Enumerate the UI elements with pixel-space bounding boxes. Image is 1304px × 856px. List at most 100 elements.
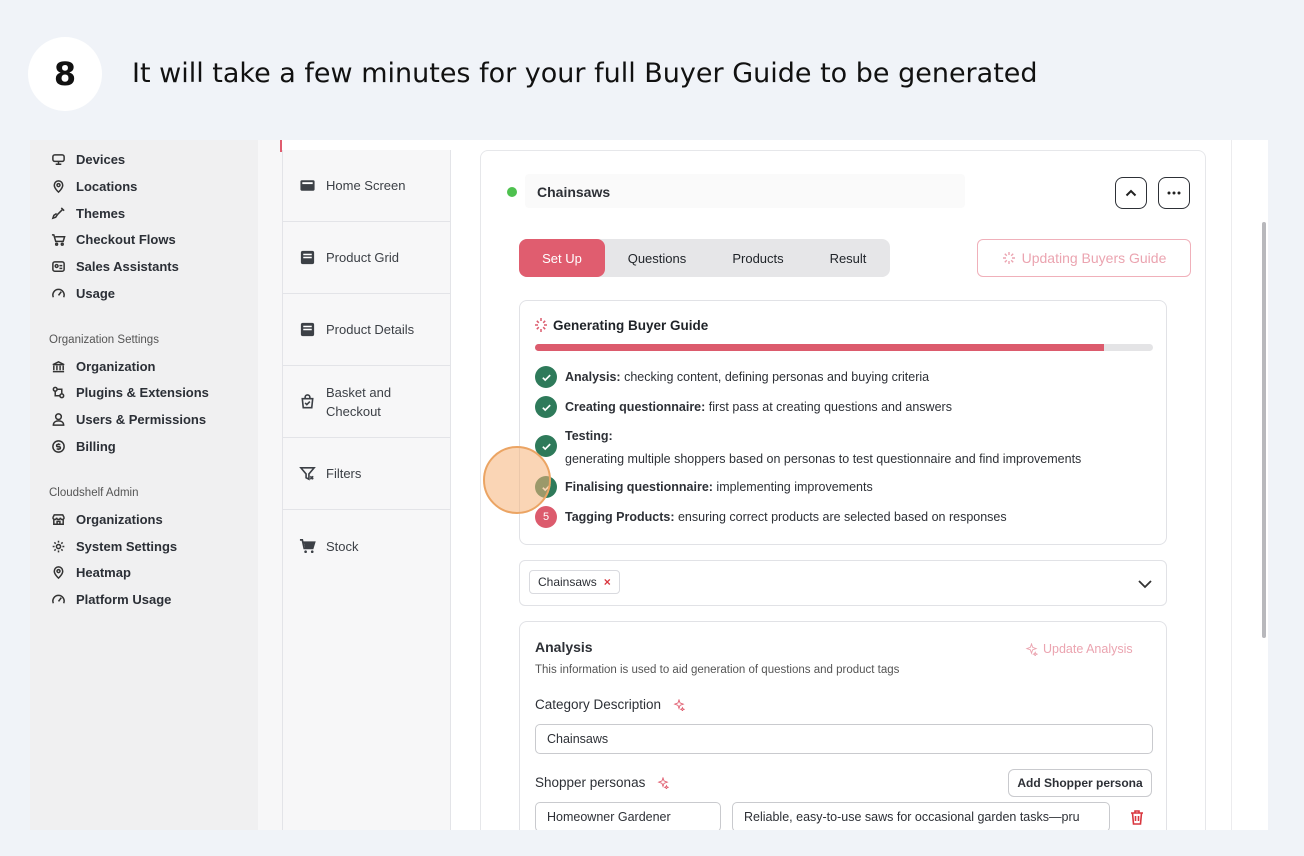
menu-item-product-details[interactable]: Product Details	[283, 294, 451, 366]
id-card-icon	[50, 258, 66, 274]
sidebar-item-label: Organization	[76, 358, 156, 374]
analysis-subtitle: This information is used to aid generati…	[535, 664, 900, 676]
menu-item-label: Filters	[326, 466, 362, 481]
step-title: Finalising questionnaire:	[565, 480, 713, 494]
gauge-icon	[50, 285, 66, 301]
category-description-label: Category Description	[535, 697, 686, 712]
devices-icon	[50, 151, 66, 167]
step-description: ensuring correct products are selected b…	[674, 510, 1007, 524]
sidebar-item-label: Locations	[76, 178, 138, 194]
sidebar-item-organizations[interactable]: Organizations	[50, 508, 163, 530]
generating-title: Generating Buyer Guide	[534, 317, 708, 333]
sidebar-item-sales-assistants[interactable]: Sales Assistants	[50, 255, 179, 277]
status-dot	[507, 187, 517, 197]
category-description-input[interactable]: Chainsaws	[535, 724, 1153, 754]
cart-flow-icon	[50, 231, 66, 247]
chevron-down-icon[interactable]	[1136, 575, 1154, 593]
category-name: Chainsaws	[537, 184, 611, 200]
tab-result[interactable]: Result	[807, 239, 889, 277]
sidebar-item-locations[interactable]: Locations	[50, 175, 137, 197]
sidebar-item-plugins[interactable]: Plugins & Extensions	[50, 381, 209, 403]
scrollbar[interactable]	[1262, 222, 1266, 638]
content-gutter	[258, 140, 282, 830]
sidebar-section-title: Organization Settings	[49, 334, 159, 346]
sidebar-item-heatmap[interactable]: Heatmap	[50, 561, 131, 583]
field-label-text: Category Description	[535, 697, 662, 712]
check-icon	[535, 396, 557, 418]
sidebar-item-checkout-flows[interactable]: Checkout Flows	[50, 228, 176, 250]
add-shopper-persona-button[interactable]: Add Shopper persona	[1008, 769, 1152, 797]
tab-products[interactable]: Products	[715, 239, 801, 277]
tab-questions[interactable]: Questions	[611, 239, 703, 277]
trash-icon[interactable]	[1128, 808, 1146, 826]
tab-set-up[interactable]: Set Up	[519, 239, 605, 277]
more-options-button[interactable]	[1158, 177, 1190, 209]
main-content: Chainsaws Set Up Questions Products Resu…	[451, 140, 1231, 830]
sidebar-item-devices[interactable]: Devices	[50, 148, 125, 170]
sidebar-section-title: Cloudshelf Admin	[49, 487, 139, 499]
chip-label: Chainsaws	[538, 575, 597, 589]
step-title: It will take a few minutes for your full…	[132, 58, 1038, 89]
update-analysis-button[interactable]: Update Analysis	[1025, 642, 1133, 656]
sidebar-item-users[interactable]: Users & Permissions	[50, 408, 206, 430]
sidebar-item-themes[interactable]: Themes	[50, 202, 125, 224]
sidebar-item-platform-usage[interactable]: Platform Usage	[50, 588, 171, 610]
user-icon	[50, 411, 66, 427]
menu-item-label: Home Screen	[326, 178, 406, 193]
persona-name-input[interactable]: Homeowner Gardener	[535, 802, 721, 830]
step-description: implementing improvements	[712, 480, 873, 494]
sidebar-item-label: Devices	[76, 151, 126, 167]
sidebar-item-label: Themes	[76, 205, 126, 221]
menu-item-label: Basket and Checkout	[326, 384, 392, 419]
sparkle-icon	[657, 776, 670, 789]
menu-item-filters[interactable]: Filters	[283, 438, 451, 510]
sidebar-item-organization[interactable]: Organization	[50, 355, 155, 377]
analysis-title: Analysis	[535, 639, 593, 655]
settings-menu: Home Screen Product Grid Product Details…	[282, 150, 451, 830]
sidebar-item-label: Plugins & Extensions	[76, 384, 209, 400]
step-description: first pass at creating questions and ans…	[705, 400, 952, 414]
persona-description-input[interactable]: Reliable, easy-to-use saws for occasiona…	[732, 802, 1110, 830]
gear-icon	[50, 538, 66, 554]
step-creating-questionnaire: Creating questionnaire: first pass at cr…	[535, 396, 1155, 420]
click-indicator	[483, 446, 551, 514]
remove-chip-icon[interactable]: ×	[604, 575, 611, 589]
app-screenshot: Devices Locations Themes Checkout Flows …	[30, 140, 1268, 830]
step-header: 8 It will take a few minutes for your fu…	[0, 0, 1304, 140]
update-analysis-label: Update Analysis	[1043, 642, 1133, 656]
dollar-circle-icon	[50, 438, 66, 454]
sidebar-item-system-settings[interactable]: System Settings	[50, 535, 177, 557]
menu-item-stock[interactable]: Stock	[283, 510, 451, 582]
menu-item-product-grid[interactable]: Product Grid	[283, 222, 451, 294]
sidebar-item-label: Sales Assistants	[76, 258, 179, 274]
sparkle-icon	[1025, 642, 1038, 656]
menu-item-label: Product Grid	[326, 250, 399, 265]
step-analysis: Analysis: checking content, defining per…	[535, 366, 1155, 390]
category-chip: Chainsaws ×	[529, 570, 620, 594]
sidebar-item-label: Heatmap	[76, 564, 131, 580]
filter-icon	[298, 465, 316, 483]
sidebar-item-label: Users & Permissions	[76, 411, 207, 427]
bank-icon	[50, 358, 66, 374]
category-select[interactable]: Chainsaws ×	[519, 560, 1167, 606]
collapse-button[interactable]	[1115, 177, 1147, 209]
updating-buyers-guide-button[interactable]: Updating Buyers Guide	[977, 239, 1191, 277]
sidebar-item-usage[interactable]: Usage	[50, 282, 115, 304]
sparkle-icon	[673, 698, 686, 711]
step-number-badge: 5	[535, 506, 557, 528]
shopper-personas-label: Shopper personas	[535, 775, 670, 790]
step-description: generating multiple shoppers based on pe…	[565, 452, 1082, 466]
analysis-section: Analysis This information is used to aid…	[519, 621, 1167, 830]
menu-item-basket-checkout[interactable]: Basket and Checkout	[283, 366, 451, 438]
gauge-icon	[50, 591, 66, 607]
location-pin-icon	[50, 564, 66, 580]
generating-panel: Generating Buyer Guide Analysis: checkin…	[519, 300, 1167, 545]
menu-item-home-screen[interactable]: Home Screen	[283, 150, 451, 222]
sidebar: Devices Locations Themes Checkout Flows …	[30, 140, 258, 830]
sidebar-item-label: Checkout Flows	[76, 231, 176, 247]
sidebar-item-billing[interactable]: Billing	[50, 435, 116, 457]
step-testing: Testing: generating multiple shoppers ba…	[535, 427, 1155, 467]
sidebar-item-label: Organizations	[76, 511, 163, 527]
step-tagging-products: 5 Tagging Products: ensuring correct pro…	[535, 506, 1155, 530]
sidebar-item-label: Usage	[76, 285, 116, 301]
